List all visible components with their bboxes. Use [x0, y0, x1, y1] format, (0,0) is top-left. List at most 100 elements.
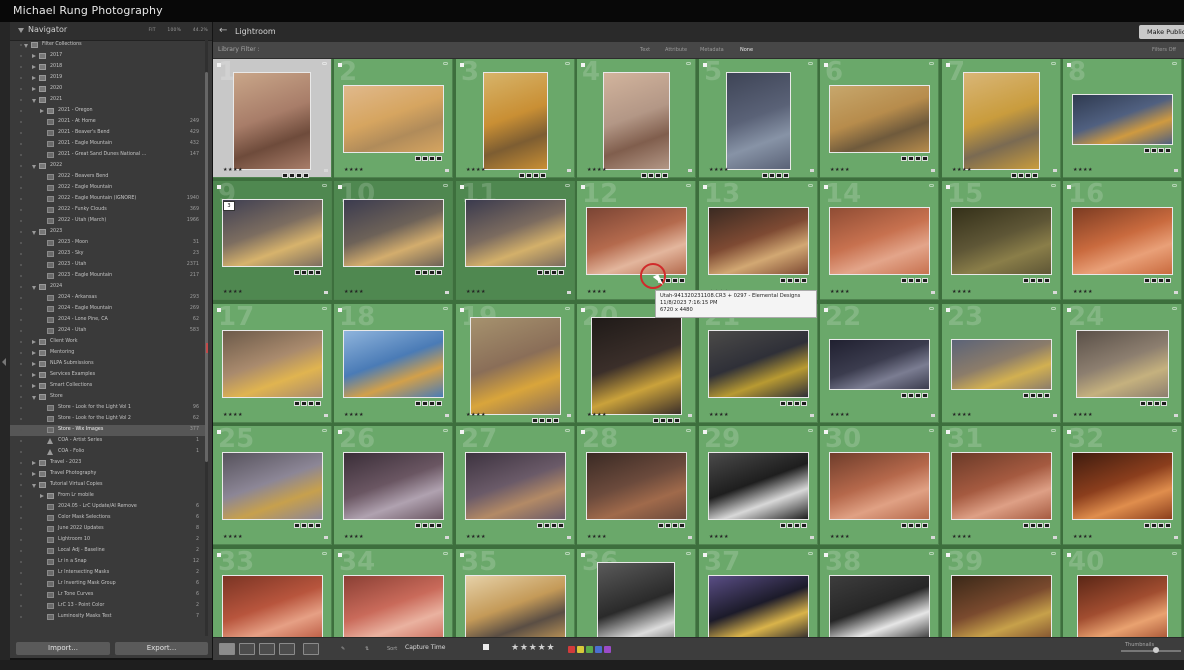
collection-badge-icon[interactable]: [787, 523, 793, 528]
star-rating[interactable]: ★★★★: [952, 534, 972, 540]
collection-row[interactable]: 2023 - Moon 31: [10, 238, 207, 249]
rating-filter[interactable]: ★★★★★: [511, 643, 555, 653]
star-rating[interactable]: ★★★★: [709, 412, 729, 418]
collection-checkbox-icon[interactable]: [20, 198, 22, 200]
rotate-icon[interactable]: [686, 184, 691, 187]
flag-corner-icon[interactable]: [581, 553, 585, 557]
develop-badge-icon[interactable]: [1025, 173, 1031, 178]
photo-thumbnail-cell[interactable]: 26 ★★★★: [334, 426, 453, 545]
rotate-icon[interactable]: [565, 184, 570, 187]
develop-badge-icon[interactable]: [672, 523, 678, 528]
photo-image[interactable]: [483, 72, 548, 170]
metadata-badge-icon[interactable]: [780, 278, 786, 283]
photo-image[interactable]: [343, 199, 444, 267]
flag-corner-icon[interactable]: [946, 553, 950, 557]
collection-checkbox-icon[interactable]: [20, 132, 22, 134]
flag-corner-icon[interactable]: [581, 308, 585, 312]
collection-checkbox-icon[interactable]: [20, 495, 22, 497]
rotate-icon[interactable]: [565, 307, 570, 310]
photo-thumbnail-cell[interactable]: 16 ★★★★: [1063, 181, 1182, 300]
flag-corner-icon[interactable]: [338, 308, 342, 312]
sort-dropdown[interactable]: Capture Time: [405, 644, 445, 651]
metadata-badge-icon[interactable]: [658, 523, 664, 528]
collection-row[interactable]: 2022: [10, 161, 207, 172]
rotate-icon[interactable]: [565, 429, 570, 432]
expanded-triangle-icon[interactable]: [32, 396, 36, 400]
star-rating[interactable]: ★★★★: [587, 167, 607, 173]
photo-thumbnail-cell[interactable]: 23 ★★★★: [942, 304, 1061, 423]
collection-row[interactable]: Lightroom 10 2: [10, 535, 207, 546]
thumbnail-size-slider[interactable]: [1121, 650, 1181, 652]
back-arrow-icon[interactable]: ←: [219, 25, 227, 36]
star-rating[interactable]: ★★★★: [587, 412, 607, 418]
rotate-icon[interactable]: [322, 307, 327, 310]
collapsed-triangle-icon[interactable]: [32, 54, 36, 58]
develop-badge-icon[interactable]: [551, 270, 557, 275]
star-rating[interactable]: ★★★★: [952, 167, 972, 173]
develop-badge-icon[interactable]: [429, 401, 435, 406]
flag-corner-icon[interactable]: [338, 430, 342, 434]
photo-thumbnail-cell[interactable]: 10 ★★★★: [334, 181, 453, 300]
collection-checkbox-icon[interactable]: [20, 561, 22, 563]
stack-count-badge[interactable]: 3: [223, 201, 235, 211]
collection-badge-icon[interactable]: [301, 523, 307, 528]
photo-image[interactable]: [597, 562, 675, 637]
metadata-badge-icon[interactable]: [415, 401, 421, 406]
collection-row[interactable]: 2021 - At Home 249: [10, 117, 207, 128]
collection-row[interactable]: Store - Wix Images 377: [10, 425, 207, 436]
collection-row[interactable]: 2023 - Eagle Mountain 217: [10, 271, 207, 282]
crop-badge-icon[interactable]: [1044, 523, 1050, 528]
metadata-badge-icon[interactable]: [1023, 523, 1029, 528]
photo-image[interactable]: [829, 207, 930, 275]
photo-thumbnail-cell[interactable]: 40★★★★: [1063, 549, 1182, 637]
metadata-badge-icon[interactable]: [415, 523, 421, 528]
photo-thumbnail-cell[interactable]: 6 ★★★★: [820, 59, 939, 178]
collection-checkbox-icon[interactable]: [20, 407, 22, 409]
photo-thumbnail-cell[interactable]: 9 ★★★★ 3: [213, 181, 332, 300]
rotate-icon[interactable]: [565, 552, 570, 555]
metadata-badge-icon[interactable]: [901, 523, 907, 528]
collection-row[interactable]: 2019: [10, 73, 207, 84]
photo-image[interactable]: [465, 199, 566, 267]
collection-checkbox-icon[interactable]: [20, 418, 22, 420]
collection-checkbox-icon[interactable]: [20, 429, 22, 431]
collection-badge-icon[interactable]: [422, 270, 428, 275]
collection-checkbox-icon[interactable]: [20, 319, 22, 321]
collection-row[interactable]: COA - Artist Series 1: [10, 436, 207, 447]
photo-image[interactable]: [603, 72, 670, 170]
collection-checkbox-icon[interactable]: [20, 253, 22, 255]
rotate-icon[interactable]: [929, 307, 934, 310]
collapse-left-icon[interactable]: [2, 358, 6, 366]
photo-thumbnail-cell[interactable]: 32 ★★★★: [1063, 426, 1182, 545]
flag-corner-icon[interactable]: [338, 63, 342, 67]
crop-badge-icon[interactable]: [436, 156, 442, 161]
photo-image[interactable]: [708, 207, 809, 275]
collection-row[interactable]: Filter Collections: [10, 40, 207, 51]
collapsed-triangle-icon[interactable]: [32, 472, 36, 476]
collection-row[interactable]: COA - Folio 1: [10, 447, 207, 458]
crop-badge-icon[interactable]: [436, 523, 442, 528]
collection-badge-icon[interactable]: [289, 173, 295, 178]
collection-checkbox-icon[interactable]: [20, 352, 22, 354]
flag-corner-icon[interactable]: [1067, 63, 1071, 67]
collection-badge-icon[interactable]: [1147, 401, 1153, 406]
zoom-custom[interactable]: 44.2%: [193, 28, 208, 33]
metadata-badge-icon[interactable]: [294, 401, 300, 406]
photo-thumbnail-cell[interactable]: 15 ★★★★: [942, 181, 1061, 300]
crop-badge-icon[interactable]: [1044, 278, 1050, 283]
collection-row[interactable]: Lr in a Snap 12: [10, 557, 207, 568]
metadata-badge-icon[interactable]: [1011, 173, 1017, 178]
crop-badge-icon[interactable]: [1165, 148, 1171, 153]
photo-thumbnail-cell[interactable]: 24 ★★★★: [1063, 304, 1182, 423]
metadata-badge-icon[interactable]: [1023, 393, 1029, 398]
crop-badge-icon[interactable]: [1161, 401, 1167, 406]
collection-checkbox-icon[interactable]: [20, 99, 22, 101]
star-rating[interactable]: ★★★★: [466, 167, 486, 173]
photo-thumbnail-cell[interactable]: 35★★★★: [456, 549, 575, 637]
star-rating[interactable]: ★★★★: [223, 534, 243, 540]
collection-row[interactable]: 2020: [10, 84, 207, 95]
crop-badge-icon[interactable]: [1165, 278, 1171, 283]
collection-badge-icon[interactable]: [908, 156, 914, 161]
expanded-triangle-icon[interactable]: [32, 165, 36, 169]
make-public-button[interactable]: Make Public: [1139, 25, 1184, 39]
